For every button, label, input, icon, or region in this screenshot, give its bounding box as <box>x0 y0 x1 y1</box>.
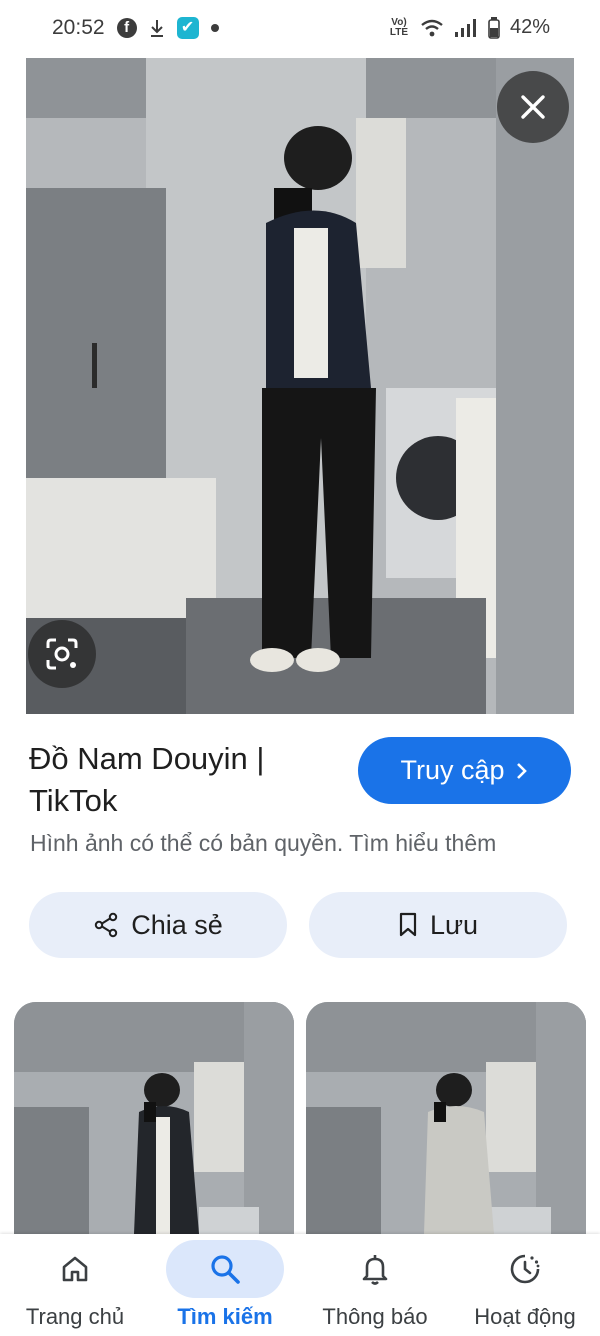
lens-icon <box>46 638 78 670</box>
room-photo <box>26 58 574 714</box>
notification-dot-icon <box>210 24 219 32</box>
related-image-1[interactable] <box>14 1002 294 1234</box>
facebook-icon: f <box>116 18 137 38</box>
copyright-text: Hình ảnh có thể có bản quyền. <box>30 830 344 856</box>
status-bar: 20:52 f ✔ Vo) LTE 42% <box>0 0 600 58</box>
visual-search-button[interactable] <box>28 620 96 688</box>
save-label: Lưu <box>429 909 479 940</box>
battery-percent: 42% <box>509 16 550 38</box>
copyright-notice: Hình ảnh có thể có bản quyền. Tìm hiểu t… <box>30 830 496 857</box>
bookmark-icon <box>399 912 417 937</box>
status-time: 20:52 <box>52 16 105 39</box>
related-photo-2 <box>306 1002 586 1234</box>
nav-home[interactable]: Trang chủ <box>0 1234 150 1336</box>
bell-icon <box>362 1255 388 1285</box>
related-image-2[interactable] <box>306 1002 586 1234</box>
search-icon <box>211 1255 240 1284</box>
volte-icon: Vo) LTE <box>389 16 409 38</box>
status-right: Vo) LTE 42% <box>388 16 550 39</box>
learn-more-link[interactable]: Tìm hiểu thêm <box>349 830 496 856</box>
status-left: 20:52 f ✔ <box>52 16 219 40</box>
save-button[interactable]: Lưu <box>309 892 567 958</box>
nav-search[interactable]: Tìm kiếm <box>150 1234 300 1336</box>
share-button[interactable]: Chia sẻ <box>29 892 287 958</box>
home-icon <box>62 1256 88 1282</box>
nav-home-label: Trang chủ <box>25 1304 125 1329</box>
nav-notifications-label: Thông báo <box>322 1304 428 1329</box>
close-button[interactable] <box>497 71 569 143</box>
visit-button[interactable]: Truy cập <box>358 737 571 804</box>
close-icon <box>521 95 545 119</box>
download-icon <box>149 18 165 38</box>
history-icon <box>510 1254 540 1284</box>
share-icon <box>95 912 118 938</box>
related-photo-1 <box>14 1002 294 1234</box>
nav-search-label: Tìm kiếm <box>177 1304 273 1329</box>
result-title: Đồ Nam Douyin | TikTok <box>29 741 265 818</box>
nav-notifications[interactable]: Thông báo <box>300 1234 450 1336</box>
battery-icon <box>488 16 500 39</box>
bottom-navigation: Trang chủ Tìm kiếm Thông báo Hoạt động <box>0 1234 600 1336</box>
nav-activity-label: Hoạt động <box>474 1304 576 1329</box>
wifi-icon <box>420 18 444 38</box>
task-check-icon: ✔ <box>176 17 199 39</box>
nav-activity[interactable]: Hoạt động <box>450 1234 600 1336</box>
visit-label: Truy cập <box>400 755 505 785</box>
share-label: Chia sẻ <box>131 909 223 940</box>
chevron-right-icon <box>516 762 527 779</box>
result-image[interactable] <box>26 58 574 714</box>
signal-icon <box>454 18 478 38</box>
